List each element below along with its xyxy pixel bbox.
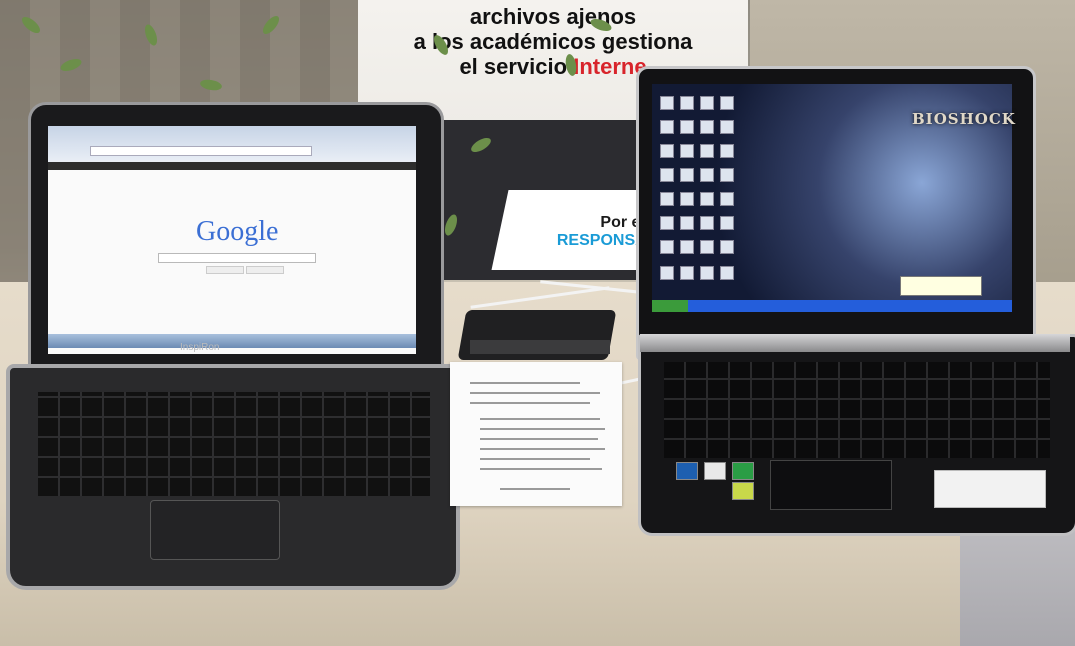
desktop-icon (680, 144, 694, 158)
sticker (704, 462, 726, 480)
desktop-icon (680, 96, 694, 110)
desktop-icon (700, 216, 714, 230)
notification-balloon (900, 276, 982, 296)
desktop-icon (680, 216, 694, 230)
left-laptop-keyboard (38, 392, 430, 496)
text-line (480, 438, 598, 440)
desktop-icon (720, 192, 734, 206)
google-lucky-button (246, 266, 284, 274)
desktop-icon (720, 144, 734, 158)
start-button (652, 300, 688, 312)
text-line (470, 392, 600, 394)
desktop-icon (660, 266, 674, 280)
text-line (480, 458, 590, 460)
desktop-icon (680, 168, 694, 182)
desktop-icon (700, 192, 714, 206)
desktop-icon (700, 96, 714, 110)
banner-line-1: archivos ajenos (469, 4, 637, 29)
desktop-icon (720, 266, 734, 280)
right-laptop-taskbar (652, 300, 1012, 312)
right-laptop-keyboard (664, 362, 1050, 458)
wallpaper-logo: BIOSHOCK (912, 110, 1016, 128)
desktop-icon (720, 240, 734, 254)
left-laptop-taskbar (48, 334, 416, 348)
desktop-icon (680, 266, 694, 280)
text-line (470, 382, 580, 384)
spec-label (934, 470, 1046, 508)
desktop-icon (660, 120, 674, 134)
desktop-icon (660, 144, 674, 158)
browser-chrome (48, 126, 416, 162)
desktop-icon (660, 168, 674, 182)
sticker (732, 462, 754, 480)
sticker (676, 462, 698, 480)
left-laptop-touchpad (150, 500, 280, 560)
desktop-icon (700, 168, 714, 182)
desktop-icon (660, 240, 674, 254)
desktop-icon (680, 240, 694, 254)
google-logo-text: Google (196, 216, 279, 247)
desktop-icon (680, 120, 694, 134)
desktop-icon (700, 144, 714, 158)
text-line (480, 468, 602, 470)
desktop-icon (660, 96, 674, 110)
desktop-icon (720, 216, 734, 230)
network-switch-ports (470, 340, 610, 354)
left-laptop-brand: InspiRon (180, 342, 220, 353)
desktop-icon (720, 96, 734, 110)
text-line (500, 488, 570, 490)
google-search-button (206, 266, 244, 274)
text-line (470, 402, 590, 404)
desktop-icon (680, 192, 694, 206)
desktop-icon (660, 216, 674, 230)
text-line (480, 418, 600, 420)
right-laptop-touchpad (770, 460, 892, 510)
text-line (480, 428, 605, 430)
right-laptop-hinge (640, 334, 1070, 352)
desktop-icon (700, 266, 714, 280)
desktop-icon (700, 240, 714, 254)
desktop-icon (660, 192, 674, 206)
sticker (732, 482, 754, 500)
desktop-icon (720, 120, 734, 134)
browser-address-bar (90, 146, 312, 156)
text-line (480, 448, 605, 450)
google-search-box (158, 253, 316, 263)
banner-line-3a: el servicio (459, 54, 568, 79)
banner-line-2: a los académicos gestiona (413, 29, 693, 54)
google-top-bar (48, 162, 416, 170)
desktop-icon (720, 168, 734, 182)
desktop-icon (700, 120, 714, 134)
google-logo: Google (196, 216, 278, 248)
